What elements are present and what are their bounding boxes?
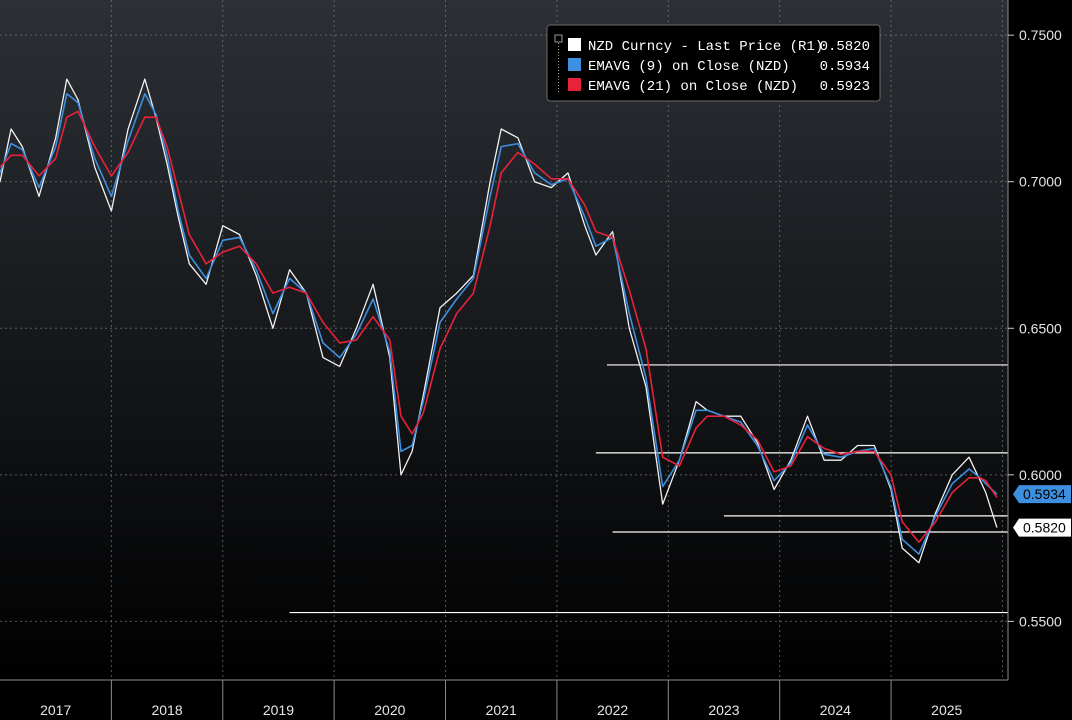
y-tick-label: 0.7500 xyxy=(1019,27,1062,43)
x-tick-label: 2023 xyxy=(708,702,739,718)
x-tick-label: 2020 xyxy=(374,702,405,718)
x-tick-label: 2022 xyxy=(597,702,628,718)
legend-label: NZD Curncy - Last Price (R1) xyxy=(588,39,823,55)
y-tick-label: 0.7000 xyxy=(1019,174,1062,190)
legend-value: 0.5820 xyxy=(820,39,870,55)
legend-value: 0.5934 xyxy=(820,59,870,75)
x-tick-label: 2017 xyxy=(40,702,71,718)
legend: NZD Curncy - Last Price (R1)0.5820 EMAVG … xyxy=(546,24,881,102)
legend-label: EMAVG (21) on Close (NZD) xyxy=(588,79,798,95)
axis-background xyxy=(1008,0,1072,720)
y-tick-label: 0.5500 xyxy=(1019,613,1062,629)
legend-swatch xyxy=(568,38,581,51)
x-tick-label: 2021 xyxy=(486,702,517,718)
last-value-tag-label: 0.5820 xyxy=(1023,520,1066,536)
x-tick-label: 2025 xyxy=(931,702,962,718)
y-tick-label: 0.6500 xyxy=(1019,320,1062,336)
x-tick-label: 2019 xyxy=(263,702,294,718)
y-tick-label: 0.6000 xyxy=(1019,467,1062,483)
last-value-tag-label: 0.5934 xyxy=(1023,486,1066,502)
legend-label: EMAVG (9) on Close (NZD) xyxy=(588,59,790,75)
x-tick-label: 2024 xyxy=(820,702,851,718)
x-tick-label: 2018 xyxy=(151,702,182,718)
price-chart: 0.7500 0.7000 0.6500 0.6000 0.5500 2017 2018 2… xyxy=(0,0,1072,720)
legend-swatch xyxy=(568,58,581,71)
legend-swatch xyxy=(568,78,581,91)
legend-value: 0.5923 xyxy=(820,79,870,95)
